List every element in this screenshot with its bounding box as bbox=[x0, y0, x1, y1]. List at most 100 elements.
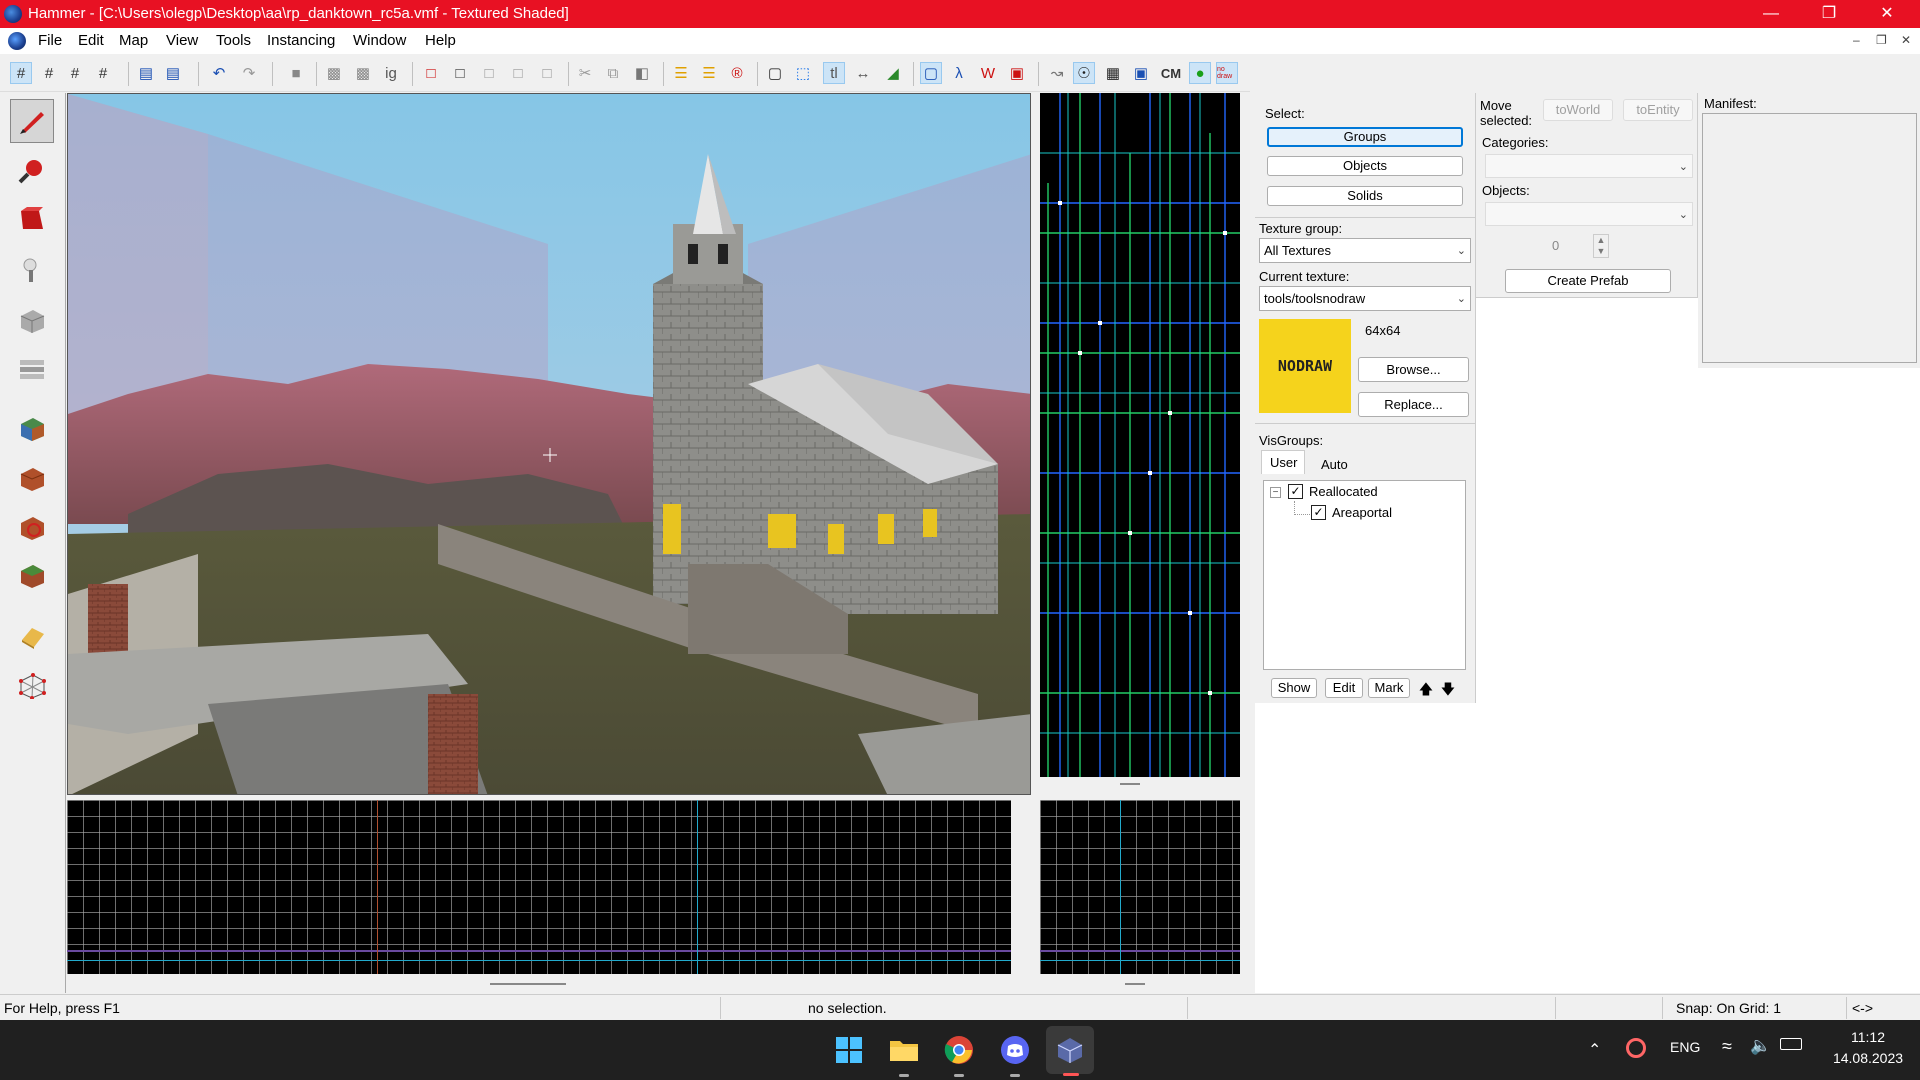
2d-view-top[interactable] bbox=[1040, 93, 1240, 777]
file-explorer-icon[interactable] bbox=[886, 1032, 922, 1068]
redo-icon[interactable]: ↷ bbox=[238, 62, 260, 84]
groups-button[interactable]: Groups bbox=[1267, 127, 1463, 147]
restore-icon[interactable]: ❐ bbox=[1800, 0, 1858, 28]
helpers-icon[interactable]: λ bbox=[948, 62, 970, 84]
camera-tool-icon[interactable] bbox=[10, 197, 54, 241]
solids-button[interactable]: Solids bbox=[1267, 186, 1463, 206]
battery-icon[interactable] bbox=[1780, 1038, 1802, 1050]
flip-icon[interactable]: ◢ bbox=[882, 62, 904, 84]
current-texture-select[interactable]: tools/toolsnodraw ⌄ bbox=[1259, 286, 1471, 311]
menu-file[interactable]: File bbox=[38, 32, 62, 49]
wireframe-icon[interactable]: W bbox=[977, 62, 999, 84]
cut-icon[interactable]: ✂ bbox=[574, 62, 596, 84]
texture-scale-lock-icon[interactable]: ☰ bbox=[698, 62, 720, 84]
texture-lock-toggle-icon[interactable]: tl bbox=[823, 62, 845, 84]
visgroup-checkbox-reallocated[interactable]: ✓ bbox=[1288, 484, 1303, 499]
vertex-tool-icon[interactable] bbox=[10, 663, 54, 707]
replace-button[interactable]: Replace... bbox=[1358, 392, 1469, 417]
2d-view-side[interactable] bbox=[1040, 800, 1240, 974]
cordon-4-icon[interactable]: □ bbox=[507, 62, 529, 84]
cordon-5-icon[interactable]: □ bbox=[536, 62, 558, 84]
undo-icon[interactable]: ↶ bbox=[208, 62, 230, 84]
to-entity-button[interactable]: toEntity bbox=[1623, 99, 1693, 121]
create-prefab-button[interactable]: Create Prefab bbox=[1505, 269, 1671, 293]
volume-icon[interactable]: 🔈 bbox=[1750, 1036, 1771, 1056]
magnify-tool-icon[interactable] bbox=[10, 149, 54, 193]
doc-restore-icon[interactable]: ❐ bbox=[1876, 33, 1887, 47]
chrome-icon[interactable] bbox=[941, 1032, 977, 1068]
cordon-icon[interactable]: □ bbox=[420, 62, 442, 84]
menu-window[interactable]: Window bbox=[353, 32, 406, 49]
side-splitter-handle[interactable] bbox=[1125, 983, 1145, 985]
visgroup-reallocated[interactable]: Reallocated bbox=[1309, 484, 1378, 499]
tab-auto[interactable]: Auto bbox=[1321, 457, 1348, 472]
decal-tool-icon[interactable] bbox=[10, 456, 54, 500]
move-down-icon[interactable]: 🡇 bbox=[1439, 679, 1457, 697]
display-models-icon[interactable]: ▢ bbox=[920, 62, 942, 84]
doc-close-icon[interactable]: ✕ bbox=[1901, 33, 1911, 47]
move-up-icon[interactable]: 🡅 bbox=[1417, 679, 1435, 697]
tie-entity-icon[interactable]: ▩ bbox=[323, 62, 345, 84]
menu-help[interactable]: Help bbox=[425, 32, 456, 49]
globe-icon[interactable]: ☉ bbox=[1073, 62, 1095, 84]
clock-time[interactable]: 11:12 bbox=[1838, 1029, 1898, 1045]
render-icon[interactable]: ▣ bbox=[1006, 62, 1028, 84]
edit-button[interactable]: Edit bbox=[1325, 678, 1363, 698]
windows-start-icon[interactable] bbox=[831, 1032, 867, 1068]
mark-button[interactable]: Mark bbox=[1368, 678, 1410, 698]
cubemap-label[interactable]: CM bbox=[1160, 62, 1182, 84]
grid-3d-toggle-icon[interactable]: ▦ bbox=[1102, 62, 1124, 84]
grid-larger-icon[interactable]: # bbox=[64, 62, 86, 84]
grid-smaller-icon[interactable]: # bbox=[38, 62, 60, 84]
tab-user[interactable]: User bbox=[1261, 450, 1305, 474]
no-draw-toggle-icon[interactable]: no draw bbox=[1216, 62, 1238, 84]
entity-tool-icon[interactable] bbox=[10, 248, 54, 292]
close-icon[interactable]: ✕ bbox=[1858, 0, 1916, 28]
splitter-handle[interactable] bbox=[1120, 783, 1140, 785]
grid-3d-icon[interactable]: # bbox=[92, 62, 114, 84]
ignore-groups-icon[interactable]: ig bbox=[380, 62, 402, 84]
overlay-tool-icon[interactable] bbox=[10, 553, 54, 597]
grid-toggle-icon[interactable]: # bbox=[10, 62, 32, 84]
apply-texture-tool-icon[interactable] bbox=[10, 406, 54, 450]
resize-arrows-icon[interactable]: ↔ bbox=[852, 62, 874, 84]
categories-select[interactable]: ⌄ bbox=[1485, 154, 1693, 178]
browse-button[interactable]: Browse... bbox=[1358, 357, 1469, 382]
block-tool-icon[interactable] bbox=[10, 298, 54, 342]
front-splitter-handle[interactable] bbox=[490, 983, 566, 985]
cubemap-icon[interactable]: ▣ bbox=[1130, 62, 1152, 84]
objects-button[interactable]: Objects bbox=[1267, 156, 1463, 176]
3d-viewport[interactable] bbox=[67, 93, 1031, 795]
hide-icon[interactable]: ■ bbox=[285, 62, 307, 84]
doc-minimize-icon[interactable]: – bbox=[1853, 33, 1860, 47]
path-tool-icon[interactable] bbox=[10, 614, 54, 658]
move-world-icon[interactable]: ▩ bbox=[352, 62, 374, 84]
clock-date[interactable]: 14.08.2023 bbox=[1820, 1050, 1916, 1066]
texture-group-select[interactable]: All Textures ⌄ bbox=[1259, 238, 1471, 263]
texture-app-tool-icon[interactable] bbox=[10, 347, 54, 391]
selection-box-icon[interactable]: ▢ bbox=[764, 62, 786, 84]
copy-icon[interactable]: ⧉ bbox=[602, 62, 624, 84]
show-button[interactable]: Show bbox=[1271, 678, 1317, 698]
menu-tools[interactable]: Tools bbox=[216, 32, 251, 49]
tray-app-icon[interactable] bbox=[1626, 1038, 1646, 1058]
2d-view-front[interactable] bbox=[67, 800, 1011, 974]
spin-stepper[interactable]: ▲ ▼ bbox=[1593, 234, 1609, 258]
to-world-button[interactable]: toWorld bbox=[1543, 99, 1613, 121]
carve-icon[interactable]: ▤ bbox=[135, 62, 157, 84]
clip-tool-icon[interactable] bbox=[10, 505, 54, 549]
cordon-2-icon[interactable]: □ bbox=[449, 62, 471, 84]
texture-preview[interactable]: NODRAW bbox=[1259, 319, 1351, 413]
texture-lock-icon[interactable]: ☰ bbox=[670, 62, 692, 84]
visgroup-checkbox-areaportal[interactable]: ✓ bbox=[1311, 505, 1326, 520]
language-indicator[interactable]: ENG bbox=[1670, 1039, 1700, 1055]
objects-select[interactable]: ⌄ bbox=[1485, 202, 1693, 226]
menu-instancing[interactable]: Instancing bbox=[267, 32, 335, 49]
selection-dashed-icon[interactable]: ⬚ bbox=[792, 62, 814, 84]
document-icon[interactable] bbox=[8, 32, 26, 50]
visgroup-areaportal[interactable]: Areaportal bbox=[1332, 505, 1392, 520]
selection-tool-icon[interactable] bbox=[10, 99, 54, 143]
manifest-list[interactable] bbox=[1702, 113, 1917, 363]
cordon-3-icon[interactable]: □ bbox=[478, 62, 500, 84]
group-icon[interactable]: ▤ bbox=[162, 62, 184, 84]
